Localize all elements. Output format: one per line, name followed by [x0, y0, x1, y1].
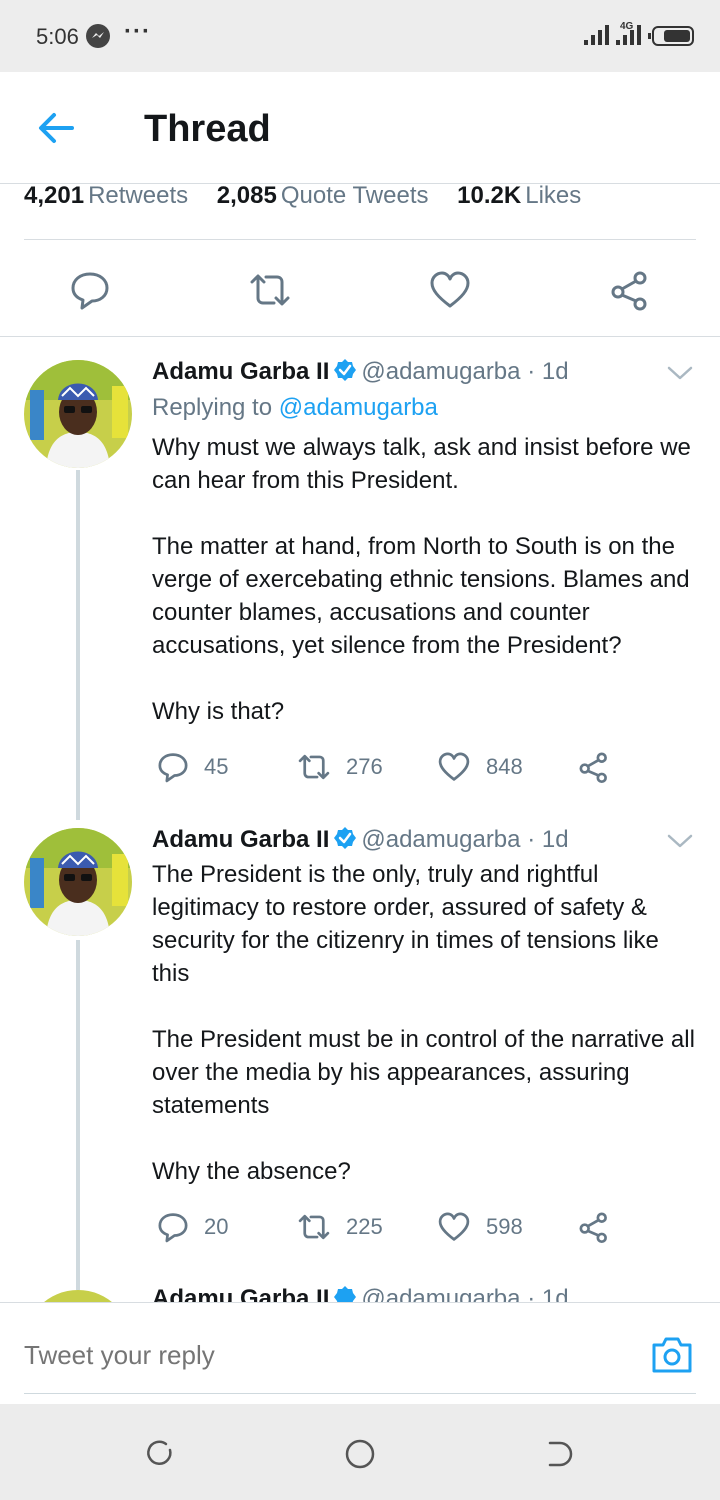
retweet-count: 276: [346, 754, 383, 779]
reply-count: 20: [204, 1214, 229, 1239]
recents-icon: [147, 1440, 172, 1465]
retweets-label: Retweets: [88, 182, 189, 209]
retweet-button[interactable]: [248, 268, 292, 312]
share-button[interactable]: [608, 268, 652, 312]
reply-button[interactable]: 45: [156, 747, 228, 787]
author-name[interactable]: Adamu Garba II: [152, 826, 329, 853]
retweet-count: 225: [346, 1214, 383, 1239]
retweet-button[interactable]: 225: [296, 1207, 383, 1247]
share-icon: [579, 1212, 607, 1244]
like-icon: [438, 752, 470, 781]
retweet-icon: [298, 1214, 330, 1240]
retweets-stat[interactable]: 4,201 Retweets: [24, 182, 210, 209]
quote-tweets-stat[interactable]: 2,085 Quote Tweets: [217, 182, 451, 209]
tweet-time: · 1d: [527, 358, 569, 385]
likes-count: 10.2K: [457, 182, 522, 209]
avatar[interactable]: [24, 828, 132, 936]
like-button[interactable]: [428, 268, 472, 312]
like-icon: [430, 271, 470, 308]
author-handle[interactable]: @adamugarba: [361, 826, 520, 853]
tweet-text: The President is the only, truly and rig…: [152, 858, 702, 1188]
avatar[interactable]: [24, 360, 132, 468]
retweet-button[interactable]: 276: [296, 747, 383, 787]
like-icon: [438, 1212, 470, 1241]
reply-button[interactable]: 20: [156, 1207, 228, 1247]
retweet-icon: [250, 274, 290, 306]
main-tweet-actions: [0, 262, 720, 322]
top-app-bar: Thread: [0, 72, 720, 184]
status-bar: 5:06 ··· 4G: [0, 0, 720, 72]
tweet-header: Adamu Garba II @adamugarba · 1d: [152, 826, 569, 854]
home-icon: [345, 1439, 375, 1469]
recents-button[interactable]: [144, 1438, 176, 1470]
quote-tweets-count: 2,085: [216, 182, 277, 209]
divider: [24, 239, 696, 240]
likes-stat[interactable]: 10.2K Likes: [457, 182, 603, 209]
more-notifications-icon: ···: [124, 18, 151, 45]
divider: [24, 1393, 696, 1394]
tweet-paragraph: The President must be in control of the …: [152, 1026, 695, 1119]
signal-icon: [584, 25, 609, 45]
likes-label: Likes: [525, 182, 582, 209]
messenger-icon: [86, 24, 110, 48]
back-button[interactable]: [36, 110, 76, 146]
like-button[interactable]: 598: [436, 1207, 523, 1247]
battery-icon: [648, 26, 694, 46]
tweet-paragraph: The President is the only, truly and rig…: [152, 861, 659, 987]
author-name[interactable]: Adamu Garba II: [152, 358, 329, 385]
share-icon: [611, 271, 647, 311]
camera-icon: [652, 1337, 692, 1373]
reply-button[interactable]: [68, 268, 112, 312]
tweet-paragraph: The matter at hand, from North to South …: [152, 533, 690, 659]
status-time: 5:06: [36, 24, 79, 49]
replying-to: Replying to @adamugarba: [152, 394, 438, 422]
home-button[interactable]: [344, 1438, 376, 1470]
back-arrow-icon: [39, 113, 74, 143]
tweet-actions: 20 225 598: [152, 1207, 712, 1247]
reply-icon: [158, 1213, 188, 1243]
reply-icon: [158, 753, 188, 783]
system-nav-bar: [0, 1404, 720, 1500]
tweet-stats: 4,201 Retweets 2,085 Quote Tweets 10.2K Lik…: [24, 182, 696, 210]
reply-input[interactable]: [24, 1333, 604, 1377]
reply-icon: [71, 272, 109, 310]
like-count: 598: [486, 1214, 523, 1239]
thread-connector: [76, 470, 80, 820]
verified-icon: [334, 359, 357, 381]
retweets-count: 4,201: [24, 182, 85, 209]
retweet-icon: [298, 754, 330, 780]
tweet-time: · 1d: [527, 826, 569, 853]
author-handle[interactable]: @adamugarba: [361, 358, 520, 385]
caret-down-icon: [667, 366, 693, 380]
tweet-paragraph: Why is that?: [152, 698, 285, 725]
like-button[interactable]: 848: [436, 747, 523, 787]
camera-button[interactable]: [650, 1335, 694, 1375]
tweet-actions: 45 276 848: [152, 747, 712, 787]
tweet-menu-button[interactable]: [666, 364, 694, 382]
replying-to-link[interactable]: @adamugarba: [279, 394, 438, 421]
page-title: Thread: [144, 108, 271, 150]
tweet-header: Adamu Garba II @adamugarba · 1d: [152, 358, 569, 386]
caret-down-icon: [667, 834, 693, 848]
signal-4g-icon: [616, 25, 641, 45]
share-icon: [579, 752, 607, 784]
replying-to-prefix: Replying to: [152, 394, 273, 421]
reply-composer: [0, 1302, 720, 1404]
back-nav-icon: [548, 1441, 573, 1467]
tweet-paragraph: Why must we always talk, ask and insist …: [152, 434, 691, 494]
tweet-text: Why must we always talk, ask and insist …: [152, 431, 702, 728]
verified-icon: [334, 827, 357, 849]
tweet-paragraph: Why the absence?: [152, 1158, 351, 1185]
share-button[interactable]: [576, 1207, 612, 1247]
back-nav-button[interactable]: [544, 1438, 576, 1470]
tweet-menu-button[interactable]: [666, 832, 694, 850]
quote-tweets-label: Quote Tweets: [280, 182, 429, 209]
divider: [0, 336, 720, 337]
share-button[interactable]: [576, 747, 612, 787]
reply-count: 45: [204, 754, 229, 779]
thread-connector: [76, 940, 80, 1290]
like-count: 848: [486, 754, 523, 779]
